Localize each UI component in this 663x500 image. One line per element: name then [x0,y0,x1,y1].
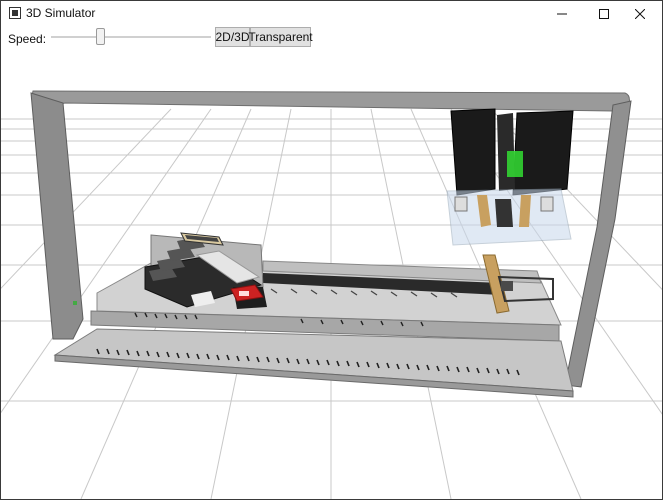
frame-top-bar [31,90,630,112]
speed-label: Speed: [8,32,47,46]
pipetting-head [446,108,574,246]
window-title: 3D Simulator [26,6,96,20]
maximize-icon [599,8,609,19]
close-button[interactable] [618,1,662,26]
frame-right-post [564,100,632,388]
speed-slider-thumb[interactable] [96,28,105,45]
scene-canvas[interactable] [1,49,662,499]
minimize-button[interactable] [540,1,584,26]
red-tipbox [230,284,267,309]
minimize-icon [557,13,567,14]
transparent-button[interactable]: Transparent [248,27,313,47]
3d-viewport[interactable] [1,49,662,499]
view-toggle-button[interactable]: 2D/3D [215,27,250,47]
title-bar[interactable]: 3D Simulator [1,1,662,26]
simulator-window: 3D Simulator Speed: 2D/3D Transparent [0,0,663,500]
status-led-icon [73,301,77,305]
close-icon [635,8,645,19]
speed-slider-track[interactable] [51,36,211,38]
app-icon [9,7,21,19]
